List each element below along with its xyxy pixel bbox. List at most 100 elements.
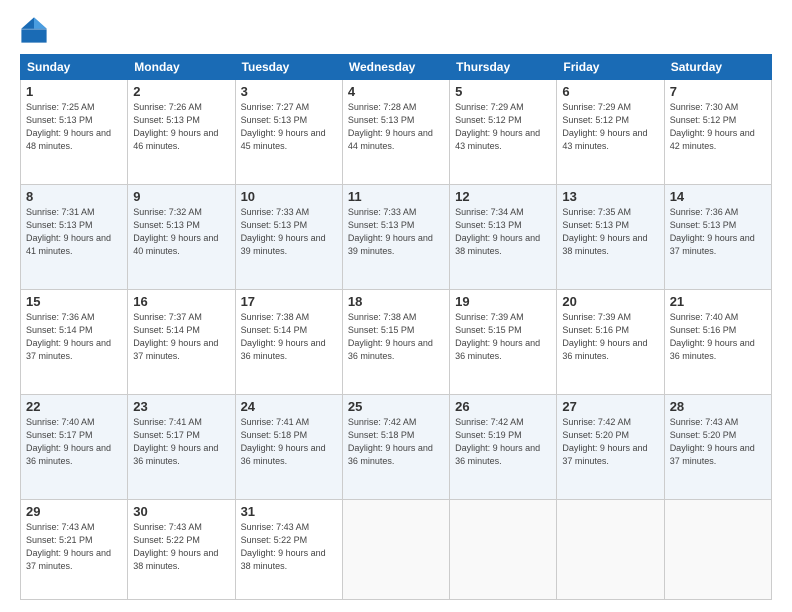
calendar-cell: 9 Sunrise: 7:32 AMSunset: 5:13 PMDaylight…: [128, 184, 235, 289]
day-number: 2: [133, 84, 229, 99]
day-number: 5: [455, 84, 551, 99]
logo-icon: [20, 16, 48, 44]
calendar-cell: 10 Sunrise: 7:33 AMSunset: 5:13 PMDayligh…: [235, 184, 342, 289]
day-info: Sunrise: 7:42 AMSunset: 5:20 PMDaylight:…: [562, 417, 647, 466]
day-info: Sunrise: 7:37 AMSunset: 5:14 PMDaylight:…: [133, 312, 218, 361]
calendar-cell: [557, 499, 664, 599]
calendar-row: 1 Sunrise: 7:25 AMSunset: 5:13 PMDaylight…: [21, 80, 772, 185]
day-info: Sunrise: 7:25 AMSunset: 5:13 PMDaylight:…: [26, 102, 111, 151]
day-number: 19: [455, 294, 551, 309]
day-info: Sunrise: 7:29 AMSunset: 5:12 PMDaylight:…: [562, 102, 647, 151]
day-info: Sunrise: 7:28 AMSunset: 5:13 PMDaylight:…: [348, 102, 433, 151]
day-info: Sunrise: 7:29 AMSunset: 5:12 PMDaylight:…: [455, 102, 540, 151]
calendar-cell: 14Sunrise: 7:36 AMSunset: 5:13 PMDayligh…: [664, 184, 771, 289]
day-number: 27: [562, 399, 658, 414]
day-info: Sunrise: 7:26 AMSunset: 5:13 PMDaylight:…: [133, 102, 218, 151]
calendar-cell: 27 Sunrise: 7:42 AMSunset: 5:20 PMDayligh…: [557, 394, 664, 499]
calendar-cell: 24Sunrise: 7:41 AMSunset: 5:18 PMDayligh…: [235, 394, 342, 499]
calendar-cell: 8Sunrise: 7:31 AMSunset: 5:13 PMDaylight…: [21, 184, 128, 289]
day-info: Sunrise: 7:43 AMSunset: 5:22 PMDaylight:…: [241, 522, 326, 571]
day-info: Sunrise: 7:38 AMSunset: 5:14 PMDaylight:…: [241, 312, 326, 361]
day-number: 18: [348, 294, 444, 309]
day-number: 3: [241, 84, 337, 99]
day-number: 30: [133, 504, 229, 519]
calendar-cell: 25 Sunrise: 7:42 AMSunset: 5:18 PMDayligh…: [342, 394, 449, 499]
day-info: Sunrise: 7:36 AMSunset: 5:14 PMDaylight:…: [26, 312, 111, 361]
calendar-cell: 7 Sunrise: 7:30 AMSunset: 5:12 PMDaylight…: [664, 80, 771, 185]
weekday-header: Monday: [128, 55, 235, 80]
weekday-header: Friday: [557, 55, 664, 80]
calendar-cell: 20 Sunrise: 7:39 AMSunset: 5:16 PMDayligh…: [557, 289, 664, 394]
day-number: 23: [133, 399, 229, 414]
calendar-cell: 4 Sunrise: 7:28 AMSunset: 5:13 PMDaylight…: [342, 80, 449, 185]
calendar-cell: 29Sunrise: 7:43 AMSunset: 5:21 PMDayligh…: [21, 499, 128, 599]
calendar-cell: 19 Sunrise: 7:39 AMSunset: 5:15 PMDayligh…: [450, 289, 557, 394]
calendar-cell: 13 Sunrise: 7:35 AMSunset: 5:13 PMDayligh…: [557, 184, 664, 289]
day-number: 17: [241, 294, 337, 309]
day-number: 26: [455, 399, 551, 414]
day-info: Sunrise: 7:40 AMSunset: 5:16 PMDaylight:…: [670, 312, 755, 361]
day-number: 7: [670, 84, 766, 99]
day-number: 11: [348, 189, 444, 204]
weekday-header-row: SundayMondayTuesdayWednesdayThursdayFrid…: [21, 55, 772, 80]
day-info: Sunrise: 7:35 AMSunset: 5:13 PMDaylight:…: [562, 207, 647, 256]
weekday-header: Wednesday: [342, 55, 449, 80]
day-info: Sunrise: 7:32 AMSunset: 5:13 PMDaylight:…: [133, 207, 218, 256]
day-number: 31: [241, 504, 337, 519]
calendar-cell: 12Sunrise: 7:34 AMSunset: 5:13 PMDayligh…: [450, 184, 557, 289]
day-number: 28: [670, 399, 766, 414]
calendar-cell: 3 Sunrise: 7:27 AMSunset: 5:13 PMDaylight…: [235, 80, 342, 185]
day-number: 21: [670, 294, 766, 309]
day-number: 9: [133, 189, 229, 204]
calendar-cell: 5 Sunrise: 7:29 AMSunset: 5:12 PMDaylight…: [450, 80, 557, 185]
day-info: Sunrise: 7:30 AMSunset: 5:12 PMDaylight:…: [670, 102, 755, 151]
calendar-cell: 6 Sunrise: 7:29 AMSunset: 5:12 PMDaylight…: [557, 80, 664, 185]
weekday-header: Thursday: [450, 55, 557, 80]
calendar-table: SundayMondayTuesdayWednesdayThursdayFrid…: [20, 54, 772, 600]
calendar-cell: [342, 499, 449, 599]
calendar-cell: 26 Sunrise: 7:42 AMSunset: 5:19 PMDayligh…: [450, 394, 557, 499]
page-header: [20, 16, 772, 44]
calendar-cell: 2 Sunrise: 7:26 AMSunset: 5:13 PMDaylight…: [128, 80, 235, 185]
day-number: 10: [241, 189, 337, 204]
calendar-cell: 31 Sunrise: 7:43 AMSunset: 5:22 PMDayligh…: [235, 499, 342, 599]
calendar-cell: 22Sunrise: 7:40 AMSunset: 5:17 PMDayligh…: [21, 394, 128, 499]
day-info: Sunrise: 7:38 AMSunset: 5:15 PMDaylight:…: [348, 312, 433, 361]
day-info: Sunrise: 7:43 AMSunset: 5:22 PMDaylight:…: [133, 522, 218, 571]
day-number: 13: [562, 189, 658, 204]
day-info: Sunrise: 7:42 AMSunset: 5:18 PMDaylight:…: [348, 417, 433, 466]
calendar-cell: 1 Sunrise: 7:25 AMSunset: 5:13 PMDaylight…: [21, 80, 128, 185]
day-info: Sunrise: 7:41 AMSunset: 5:17 PMDaylight:…: [133, 417, 218, 466]
day-info: Sunrise: 7:27 AMSunset: 5:13 PMDaylight:…: [241, 102, 326, 151]
calendar-cell: 23 Sunrise: 7:41 AMSunset: 5:17 PMDayligh…: [128, 394, 235, 499]
day-number: 24: [241, 399, 337, 414]
calendar-cell: 21 Sunrise: 7:40 AMSunset: 5:16 PMDayligh…: [664, 289, 771, 394]
day-info: Sunrise: 7:33 AMSunset: 5:13 PMDaylight:…: [241, 207, 326, 256]
day-number: 20: [562, 294, 658, 309]
calendar-cell: [450, 499, 557, 599]
day-info: Sunrise: 7:42 AMSunset: 5:19 PMDaylight:…: [455, 417, 540, 466]
day-number: 1: [26, 84, 122, 99]
day-number: 15: [26, 294, 122, 309]
day-info: Sunrise: 7:39 AMSunset: 5:16 PMDaylight:…: [562, 312, 647, 361]
calendar-row: 29Sunrise: 7:43 AMSunset: 5:21 PMDayligh…: [21, 499, 772, 599]
calendar-cell: 17 Sunrise: 7:38 AMSunset: 5:14 PMDayligh…: [235, 289, 342, 394]
calendar-row: 15 Sunrise: 7:36 AMSunset: 5:14 PMDayligh…: [21, 289, 772, 394]
day-number: 8: [26, 189, 122, 204]
day-number: 6: [562, 84, 658, 99]
day-number: 16: [133, 294, 229, 309]
day-info: Sunrise: 7:43 AMSunset: 5:20 PMDaylight:…: [670, 417, 755, 466]
calendar-cell: 16 Sunrise: 7:37 AMSunset: 5:14 PMDayligh…: [128, 289, 235, 394]
day-number: 29: [26, 504, 122, 519]
calendar-cell: 28 Sunrise: 7:43 AMSunset: 5:20 PMDayligh…: [664, 394, 771, 499]
calendar-cell: 11Sunrise: 7:33 AMSunset: 5:13 PMDayligh…: [342, 184, 449, 289]
day-info: Sunrise: 7:36 AMSunset: 5:13 PMDaylight:…: [670, 207, 755, 256]
day-number: 4: [348, 84, 444, 99]
calendar-row: 8Sunrise: 7:31 AMSunset: 5:13 PMDaylight…: [21, 184, 772, 289]
day-info: Sunrise: 7:39 AMSunset: 5:15 PMDaylight:…: [455, 312, 540, 361]
day-number: 25: [348, 399, 444, 414]
day-info: Sunrise: 7:34 AMSunset: 5:13 PMDaylight:…: [455, 207, 540, 256]
calendar-row: 22Sunrise: 7:40 AMSunset: 5:17 PMDayligh…: [21, 394, 772, 499]
logo: [20, 16, 52, 44]
day-info: Sunrise: 7:40 AMSunset: 5:17 PMDaylight:…: [26, 417, 111, 466]
